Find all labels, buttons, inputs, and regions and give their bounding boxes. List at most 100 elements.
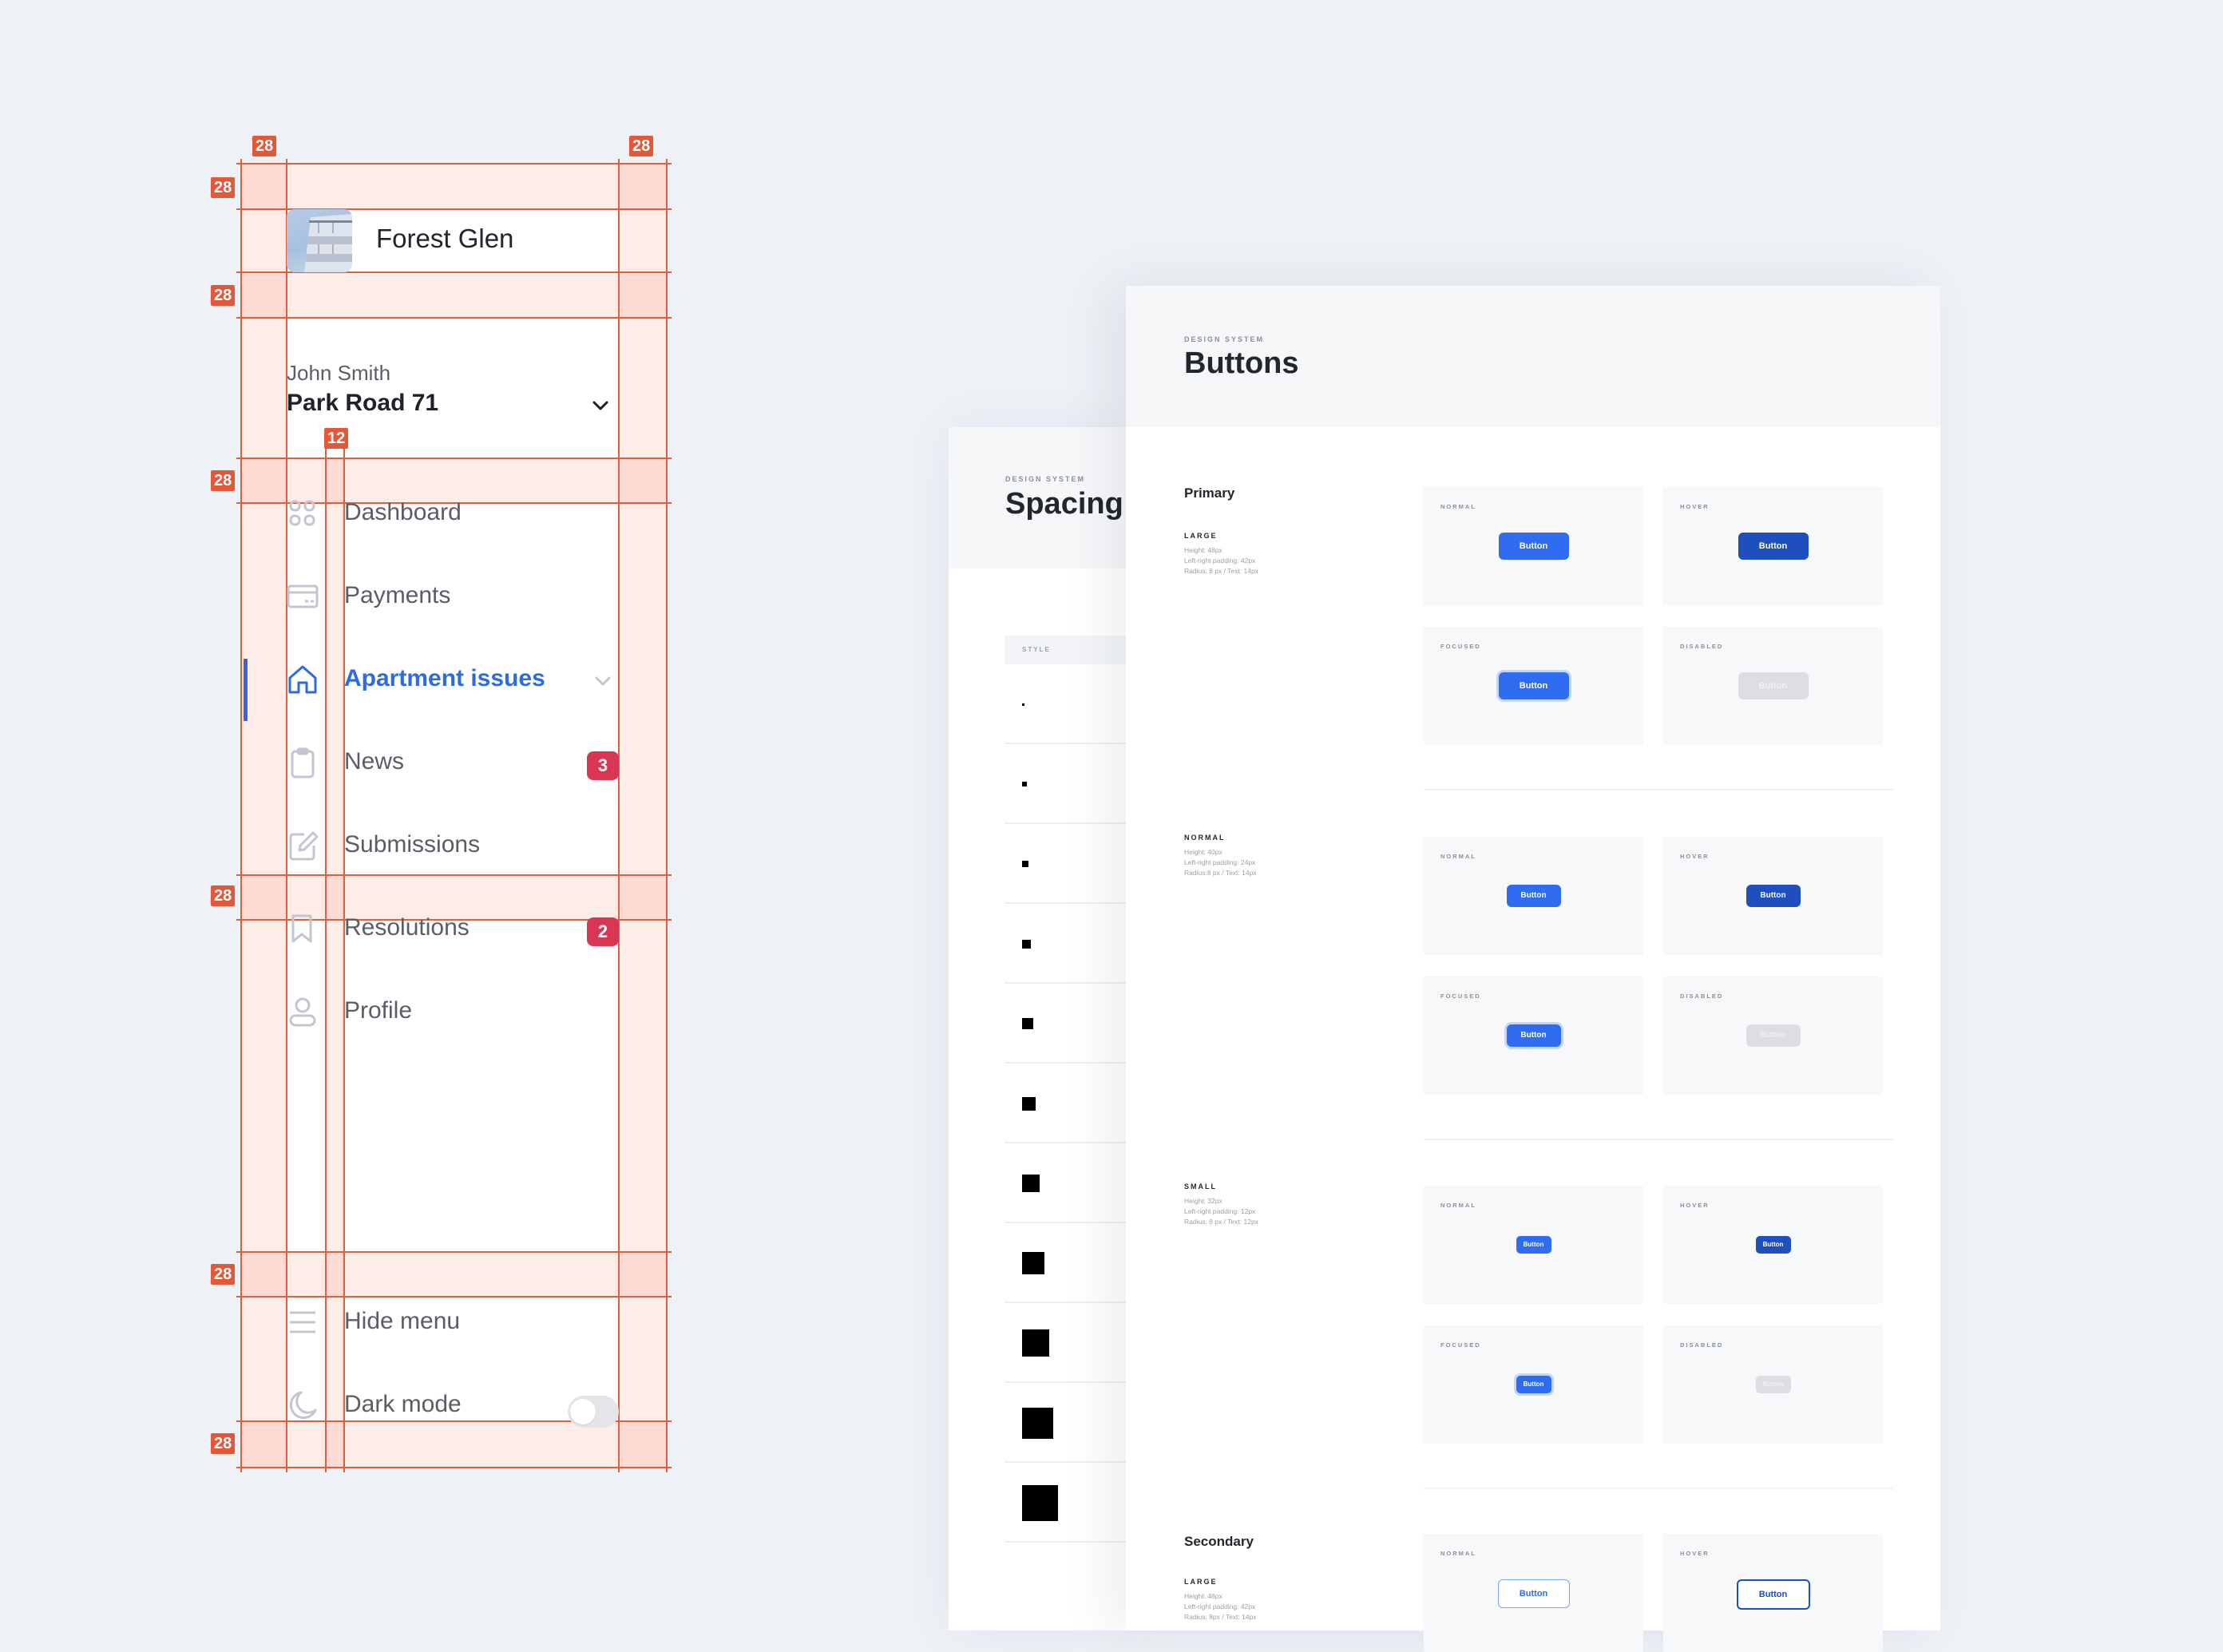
spacing-value-tag: 12 bbox=[324, 428, 349, 449]
state-card-disabled: DISABLED Button bbox=[1663, 977, 1883, 1095]
button-group-title: Secondary bbox=[1184, 1534, 1254, 1549]
notification-badge: 2 bbox=[587, 917, 619, 946]
demo-button-normal[interactable]: Button bbox=[1506, 885, 1561, 907]
demo-button-hover[interactable]: Button bbox=[1746, 885, 1801, 907]
spacing-swatch bbox=[1022, 1252, 1044, 1274]
state-label: DISABLED bbox=[1680, 643, 1724, 650]
state-label: FOCUSED bbox=[1440, 992, 1481, 1000]
spacing-panel: DESIGN SYSTEM Spacing STYLE bbox=[949, 427, 1126, 1630]
demo-button-disabled[interactable]: Button bbox=[1738, 672, 1809, 699]
spacing-swatch bbox=[1022, 1175, 1040, 1192]
grid-icon bbox=[287, 497, 319, 529]
demo-button-normal[interactable]: Button bbox=[1516, 1236, 1551, 1254]
spacing-band bbox=[241, 272, 667, 318]
spacing-value-tag: 28 bbox=[211, 470, 236, 491]
demo-button-hover[interactable]: Button bbox=[1736, 1579, 1810, 1610]
sidebar-item-label: Apartment issues bbox=[344, 665, 545, 691]
sidebar-item-news[interactable]: News 3 bbox=[287, 739, 619, 786]
buttons-eyebrow: DESIGN SYSTEM bbox=[1184, 335, 1265, 343]
demo-button-focused[interactable]: Button bbox=[1506, 1024, 1561, 1047]
home-icon bbox=[287, 664, 319, 695]
state-card-focused: FOCUSED Button bbox=[1424, 977, 1643, 1095]
guide-line bbox=[236, 1467, 672, 1468]
brand-name: Forest Glen bbox=[376, 224, 514, 253]
state-card-normal: NORMAL Button bbox=[1424, 837, 1643, 955]
spacing-band bbox=[241, 164, 667, 209]
spacing-swatch bbox=[1022, 1408, 1053, 1439]
sidebar-item-resolutions[interactable]: Resolutions 2 bbox=[287, 905, 619, 953]
demo-button-normal[interactable]: Button bbox=[1498, 533, 1569, 560]
sidebar-item-hide-menu[interactable]: Hide menu bbox=[287, 1298, 619, 1346]
spacing-swatch bbox=[1022, 1329, 1049, 1357]
state-label: HOVER bbox=[1680, 503, 1710, 510]
sidebar-item-submissions[interactable]: Submissions bbox=[287, 822, 619, 870]
edit-icon bbox=[287, 830, 319, 862]
section-divider bbox=[1424, 1139, 1893, 1140]
state-card-normal: NORMAL Button bbox=[1424, 1534, 1643, 1652]
sidebar-item-label: Submissions bbox=[344, 831, 481, 858]
spacing-row bbox=[1005, 1223, 1126, 1303]
state-card-normal: NORMAL Button bbox=[1424, 1186, 1643, 1304]
demo-button-hover[interactable]: Button bbox=[1755, 1236, 1791, 1254]
spacing-swatch bbox=[1022, 940, 1031, 949]
spacing-swatch bbox=[1022, 1485, 1058, 1521]
sidebar-item-apartment-issues[interactable]: Apartment issues bbox=[287, 656, 619, 703]
spacing-band bbox=[241, 164, 287, 1468]
state-label: HOVER bbox=[1680, 1202, 1710, 1209]
sidebar-item-dashboard[interactable]: Dashboard bbox=[287, 489, 619, 537]
demo-button-disabled[interactable]: Button bbox=[1755, 1376, 1791, 1393]
demo-button-focused[interactable]: Button bbox=[1498, 672, 1569, 699]
guide-line bbox=[236, 1296, 672, 1297]
moon-icon bbox=[287, 1389, 319, 1421]
state-card-hover: HOVER Button bbox=[1663, 487, 1883, 605]
spacing-row bbox=[1005, 1463, 1126, 1543]
state-label: HOVER bbox=[1680, 1550, 1710, 1557]
size-description: Height: 48px Left-right padding: 42px Ra… bbox=[1184, 546, 1258, 575]
demo-button-hover[interactable]: Button bbox=[1738, 533, 1809, 560]
user-icon bbox=[287, 996, 319, 1028]
spacing-row bbox=[1005, 984, 1126, 1064]
sidebar-item-payments[interactable]: Payments bbox=[287, 572, 619, 620]
spacing-row bbox=[1005, 1064, 1126, 1143]
state-card-normal: NORMAL Button bbox=[1424, 487, 1643, 605]
demo-button-focused[interactable]: Button bbox=[1516, 1376, 1551, 1393]
state-label: NORMAL bbox=[1440, 503, 1476, 510]
spacing-row bbox=[1005, 1143, 1126, 1223]
chevron-down-icon[interactable] bbox=[591, 396, 610, 415]
sidebar-item-label: Dark mode bbox=[344, 1391, 462, 1417]
spacing-value-tag: 28 bbox=[252, 136, 277, 156]
spacing-swatch bbox=[1022, 1018, 1033, 1029]
size-description: Height: 48px Left-right padding: 42px Ra… bbox=[1184, 1592, 1257, 1621]
notification-badge: 3 bbox=[587, 751, 619, 780]
spacing-band bbox=[241, 1252, 667, 1297]
sidebar-item-label: Dashboard bbox=[344, 499, 462, 525]
spacing-row bbox=[1005, 904, 1126, 984]
sidebar-item-dark-mode[interactable]: Dark mode bbox=[287, 1381, 619, 1429]
size-label: LARGE bbox=[1184, 1578, 1218, 1586]
spacing-row bbox=[1005, 664, 1126, 744]
demo-button-disabled[interactable]: Button bbox=[1746, 1024, 1801, 1047]
chevron-down-icon[interactable] bbox=[593, 671, 612, 691]
state-card-hover: HOVER Button bbox=[1663, 1186, 1883, 1304]
guide-line bbox=[236, 317, 672, 319]
menu-icon bbox=[287, 1306, 319, 1338]
active-indicator bbox=[244, 659, 248, 721]
spacing-swatch bbox=[1022, 782, 1027, 786]
dark-mode-toggle[interactable] bbox=[568, 1396, 619, 1428]
toggle-knob bbox=[570, 1399, 596, 1424]
spacing-swatch bbox=[1022, 1097, 1036, 1111]
sidebar-item-profile[interactable]: Profile bbox=[287, 988, 619, 1036]
buttons-title: Buttons bbox=[1184, 347, 1299, 380]
account-address-selector[interactable]: Park Road 71 bbox=[287, 390, 438, 417]
size-description: Height: 40px Left-right padding: 24px Ra… bbox=[1184, 848, 1257, 877]
spacing-swatch bbox=[1022, 861, 1028, 867]
buttons-panel-header: DESIGN SYSTEM Buttons bbox=[1126, 286, 1940, 427]
demo-button-normal[interactable]: Button bbox=[1497, 1579, 1570, 1608]
state-card-hover: HOVER Button bbox=[1663, 837, 1883, 955]
guide-line bbox=[618, 159, 620, 1472]
section-divider bbox=[1424, 789, 1893, 790]
size-description: Height: 32px Left-right padding: 12px Ra… bbox=[1184, 1197, 1258, 1226]
state-label: NORMAL bbox=[1440, 853, 1476, 860]
sidebar-item-label: Hide menu bbox=[344, 1308, 461, 1334]
state-label: DISABLED bbox=[1680, 992, 1724, 1000]
